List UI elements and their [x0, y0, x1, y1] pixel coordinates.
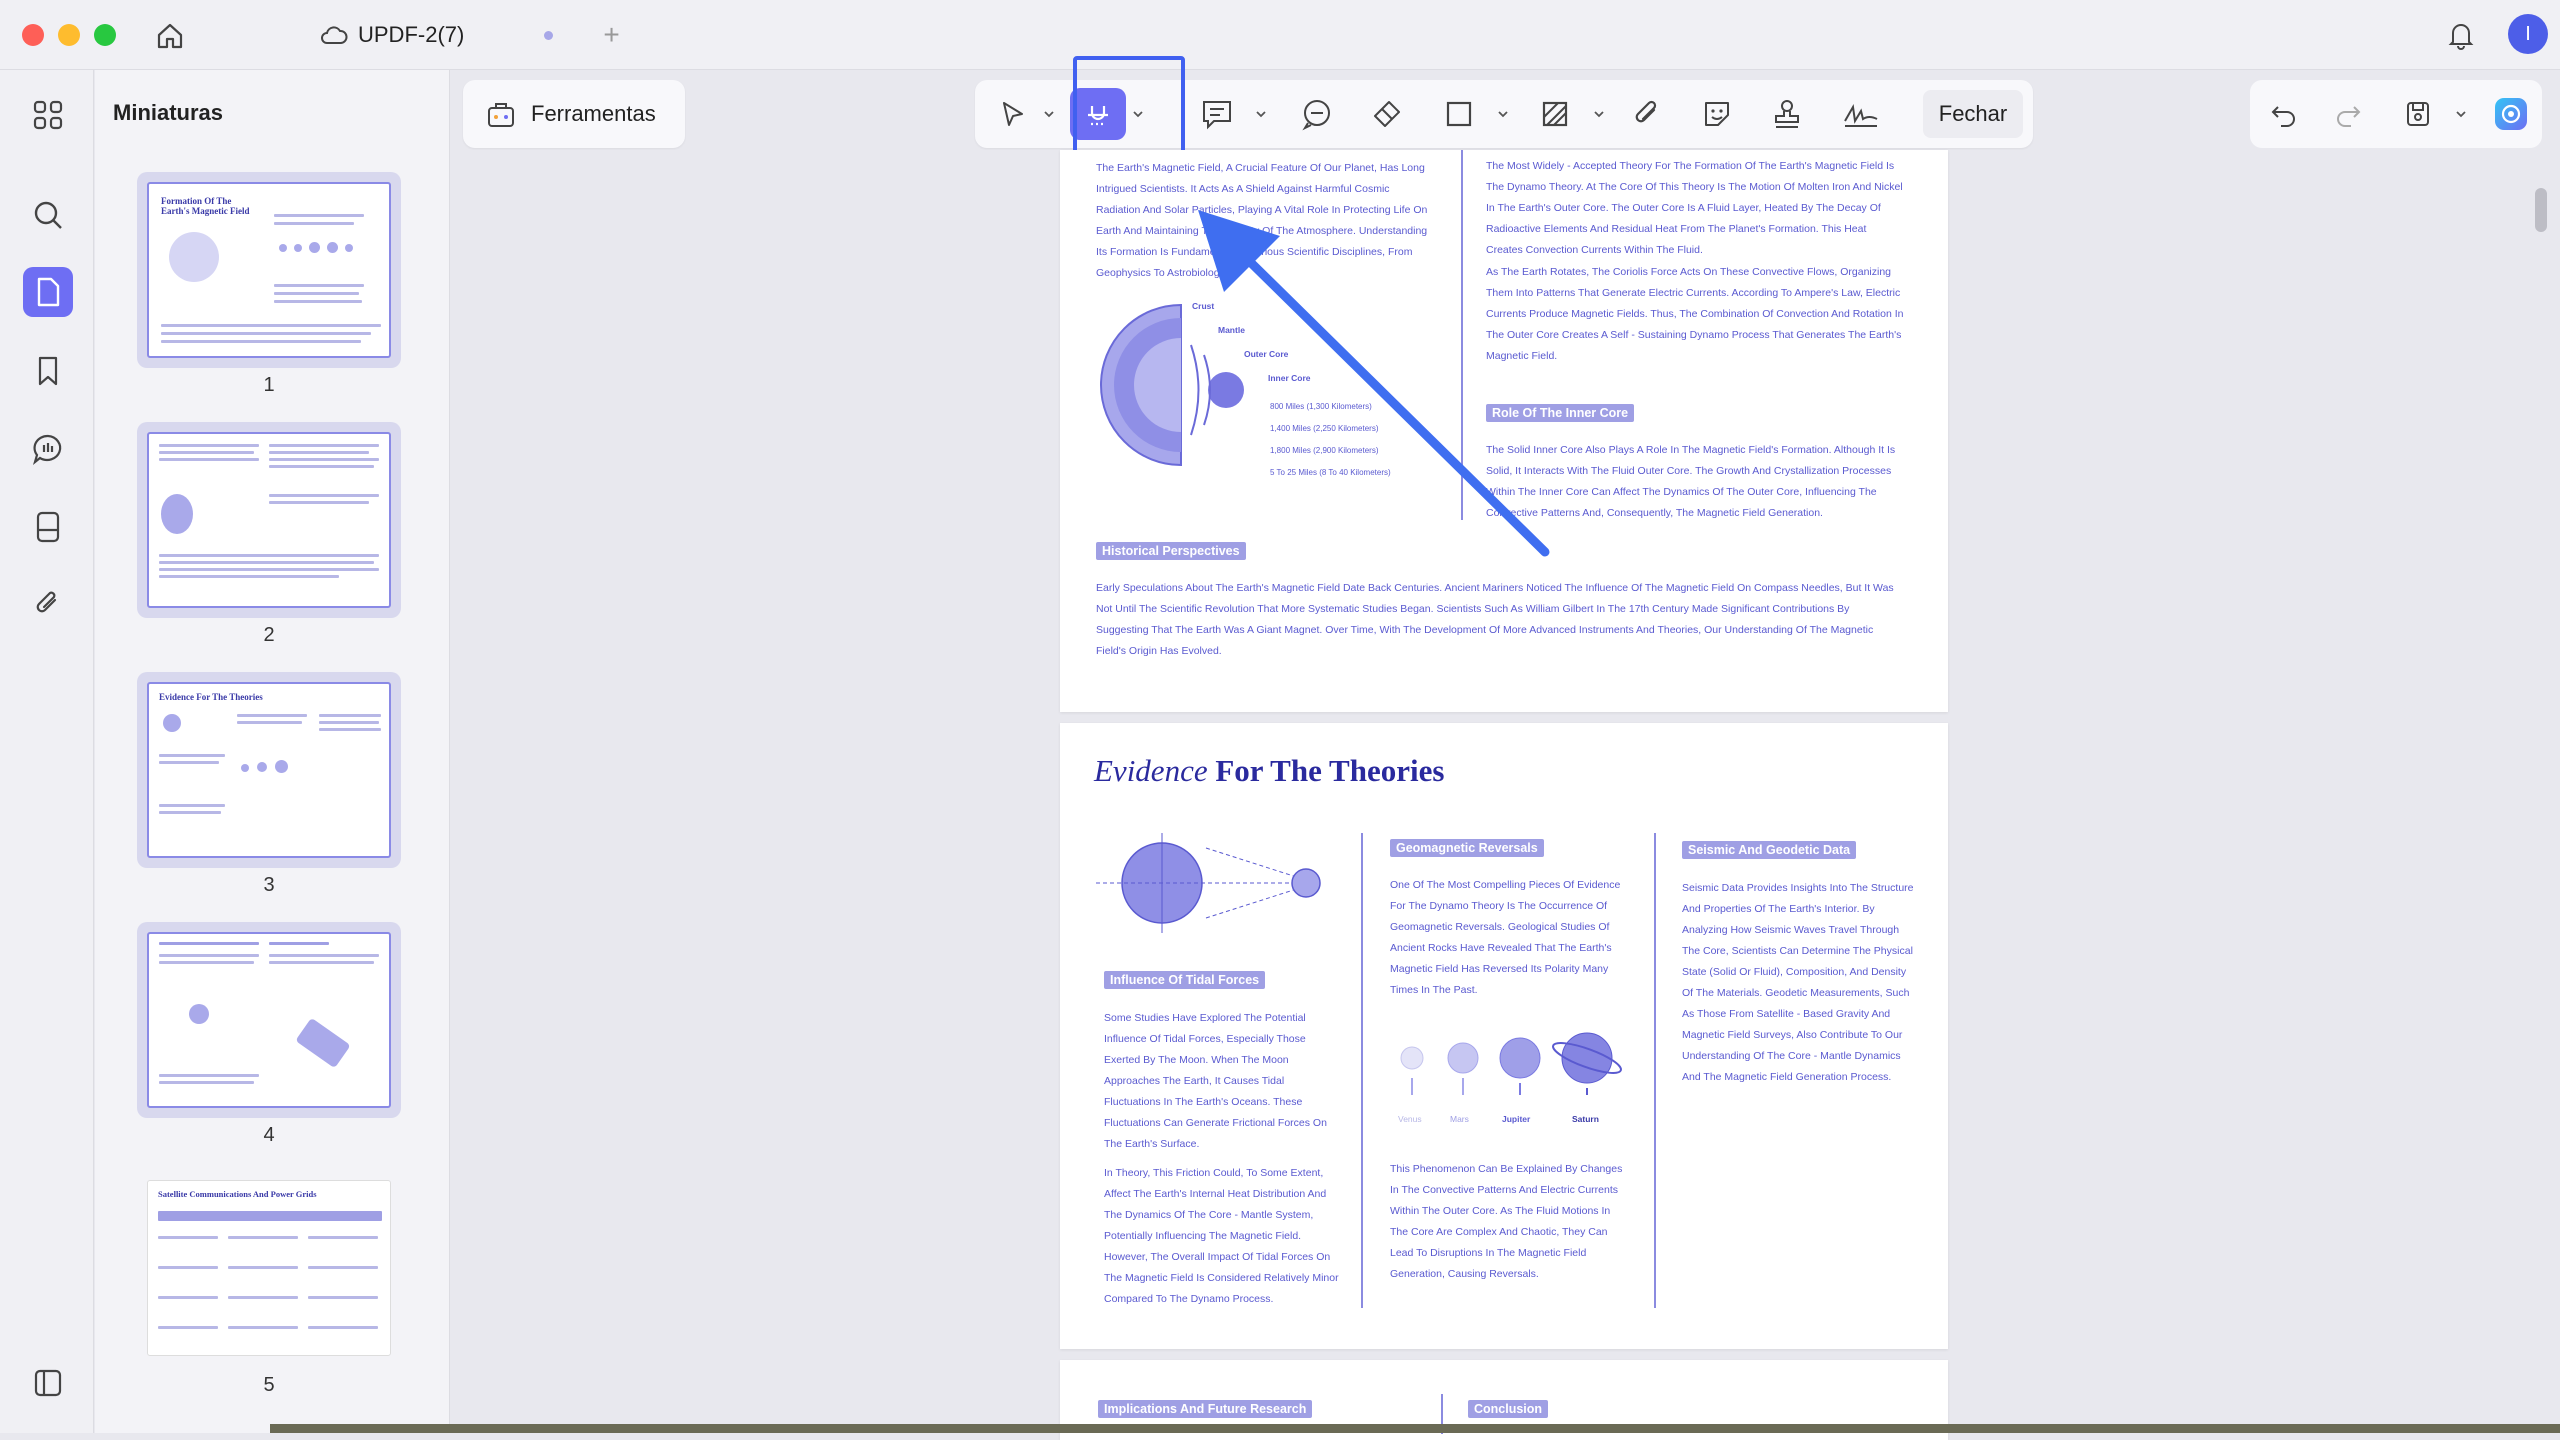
toolbox-icon — [488, 103, 514, 127]
heading-italic: Evidence — [1094, 753, 1208, 788]
redo-icon[interactable] — [2328, 94, 2368, 134]
ai-assistant-icon[interactable] — [2488, 94, 2534, 134]
planet-label-mars: Mars — [1450, 1114, 1469, 1124]
column-divider — [1654, 833, 1656, 1308]
tidal-paragraph: Some Studies Have Explored The Potential… — [1104, 1012, 1327, 1150]
paperclip-icon[interactable] — [1627, 94, 1667, 134]
thumbnails-page-icon[interactable] — [23, 267, 73, 317]
maximize-window-button[interactable] — [94, 24, 116, 46]
bottom-edge — [270, 1424, 2560, 1433]
sticky-note-icon[interactable] — [1297, 94, 1337, 134]
seismic-paragraph: Seismic Data Provides Insights Into The … — [1682, 882, 1914, 1083]
conclusion-heading: Conclusion — [1468, 1400, 1549, 1418]
friction-paragraph: In Theory, This Friction Could, To Some … — [1104, 1167, 1339, 1305]
avatar[interactable]: I — [2508, 14, 2548, 54]
thumbnail-number: 5 — [263, 1374, 275, 1396]
chevron-down-icon[interactable] — [1255, 108, 1267, 120]
chevron-down-icon[interactable] — [1593, 108, 1605, 120]
save-icon[interactable] — [2398, 94, 2438, 134]
planets-diagram — [1400, 1032, 1622, 1095]
comments-icon[interactable] — [23, 424, 73, 474]
thumbnail-page-4[interactable] — [137, 922, 401, 1118]
thumbnails-panel: Miniaturas Formation Of The Earth's Magn… — [95, 70, 532, 1433]
tools-button[interactable]: Ferramentas — [463, 80, 685, 148]
geomagnetic-paragraph: One Of The Most Compelling Pieces Of Evi… — [1390, 879, 1621, 996]
panel-title: Miniaturas — [113, 100, 224, 125]
chevron-down-icon[interactable] — [1043, 108, 1055, 120]
close-window-button[interactable] — [22, 24, 44, 46]
thumbnail-page-3[interactable]: Evidence For The Theories — [137, 672, 401, 868]
sidebar-toggle-icon[interactable] — [23, 1358, 73, 1408]
planet-label-saturn: Saturn — [1572, 1114, 1599, 1124]
geomagnetic-heading: Geomagnetic Reversals — [1390, 839, 1544, 857]
implications-heading: Implications And Future Research — [1098, 1400, 1313, 1418]
arrow-annotation — [1198, 210, 1550, 557]
document-scrollbar[interactable] — [2535, 188, 2547, 232]
thumbnail-page-5[interactable]: Satellite Communications And Power Grids — [147, 1180, 391, 1356]
area-highlight-icon[interactable] — [1535, 94, 1575, 134]
bell-icon[interactable] — [2442, 16, 2480, 54]
thumb-title: Evidence For The Theories — [159, 692, 263, 702]
planet-label-venus: Venus — [1398, 1114, 1422, 1124]
thumbnail-number: 4 — [263, 1124, 275, 1146]
page-heading: Evidence For The Theories — [1094, 753, 1444, 789]
thumbnail-page-1[interactable]: Formation Of The Earth's Magnetic Field — [137, 172, 401, 368]
title-bar: UPDF-2(7) + I — [0, 0, 2560, 70]
pdf-page-3: Evidence For The Theories Influence Of T… — [1060, 723, 1948, 1349]
chevron-down-icon[interactable] — [1497, 108, 1509, 120]
close-annotation-button[interactable]: Fechar — [1923, 90, 2023, 138]
thumb-title: Formation Of The Earth's Magnetic Field — [161, 196, 250, 216]
rectangle-shape-icon[interactable] — [1439, 94, 1479, 134]
search-icon[interactable] — [23, 190, 73, 240]
undo-icon[interactable] — [2264, 94, 2304, 134]
historical-paragraph: Early Speculations About The Earth's Mag… — [1096, 582, 1894, 657]
sticker-icon[interactable] — [1697, 94, 1737, 134]
text-comment-icon[interactable] — [1197, 94, 1237, 134]
bookmark-icon[interactable] — [23, 346, 73, 396]
eraser-icon[interactable] — [1367, 94, 1407, 134]
select-cursor-icon[interactable] — [993, 94, 1033, 134]
tidal-forces-diagram — [1096, 833, 1321, 933]
seismic-heading: Seismic And Geodetic Data — [1682, 841, 1857, 859]
stamp-icon[interactable] — [1767, 94, 1807, 134]
phenomenon-paragraph: This Phenomenon Can Be Explained By Chan… — [1390, 1163, 1623, 1280]
apps-grid-icon[interactable] — [23, 90, 73, 140]
thumbnail-page-2[interactable] — [137, 422, 401, 618]
column-divider — [1361, 833, 1363, 1308]
heading-rest: For The Theories — [1215, 753, 1445, 788]
thumbnail-number: 1 — [263, 374, 275, 396]
signature-icon[interactable] — [1841, 94, 1881, 134]
home-icon[interactable] — [152, 18, 188, 54]
new-tab-button[interactable]: + — [603, 19, 619, 51]
tab-title: UPDF-2(7) — [358, 22, 465, 47]
document-tab[interactable]: UPDF-2(7) + — [320, 16, 620, 54]
attachment-icon[interactable] — [23, 578, 73, 628]
document-list-icon[interactable] — [23, 502, 73, 552]
tools-label: Ferramentas — [531, 101, 656, 126]
thumbnail-number: 2 — [263, 624, 275, 646]
cloud-icon — [321, 26, 348, 44]
chevron-down-icon[interactable] — [2455, 108, 2467, 120]
minimize-window-button[interactable] — [58, 24, 80, 46]
planet-label-jupiter: Jupiter — [1502, 1114, 1531, 1124]
left-rail — [0, 70, 94, 1433]
tidal-heading: Influence Of Tidal Forces — [1104, 971, 1266, 989]
thumbnail-number: 3 — [263, 874, 275, 896]
unsaved-dot — [544, 30, 554, 40]
thumb-title: Satellite Communications And Power Grids — [158, 1189, 317, 1199]
history-toolbar — [2250, 80, 2542, 148]
strikethrough-icon[interactable] — [1078, 94, 1118, 134]
